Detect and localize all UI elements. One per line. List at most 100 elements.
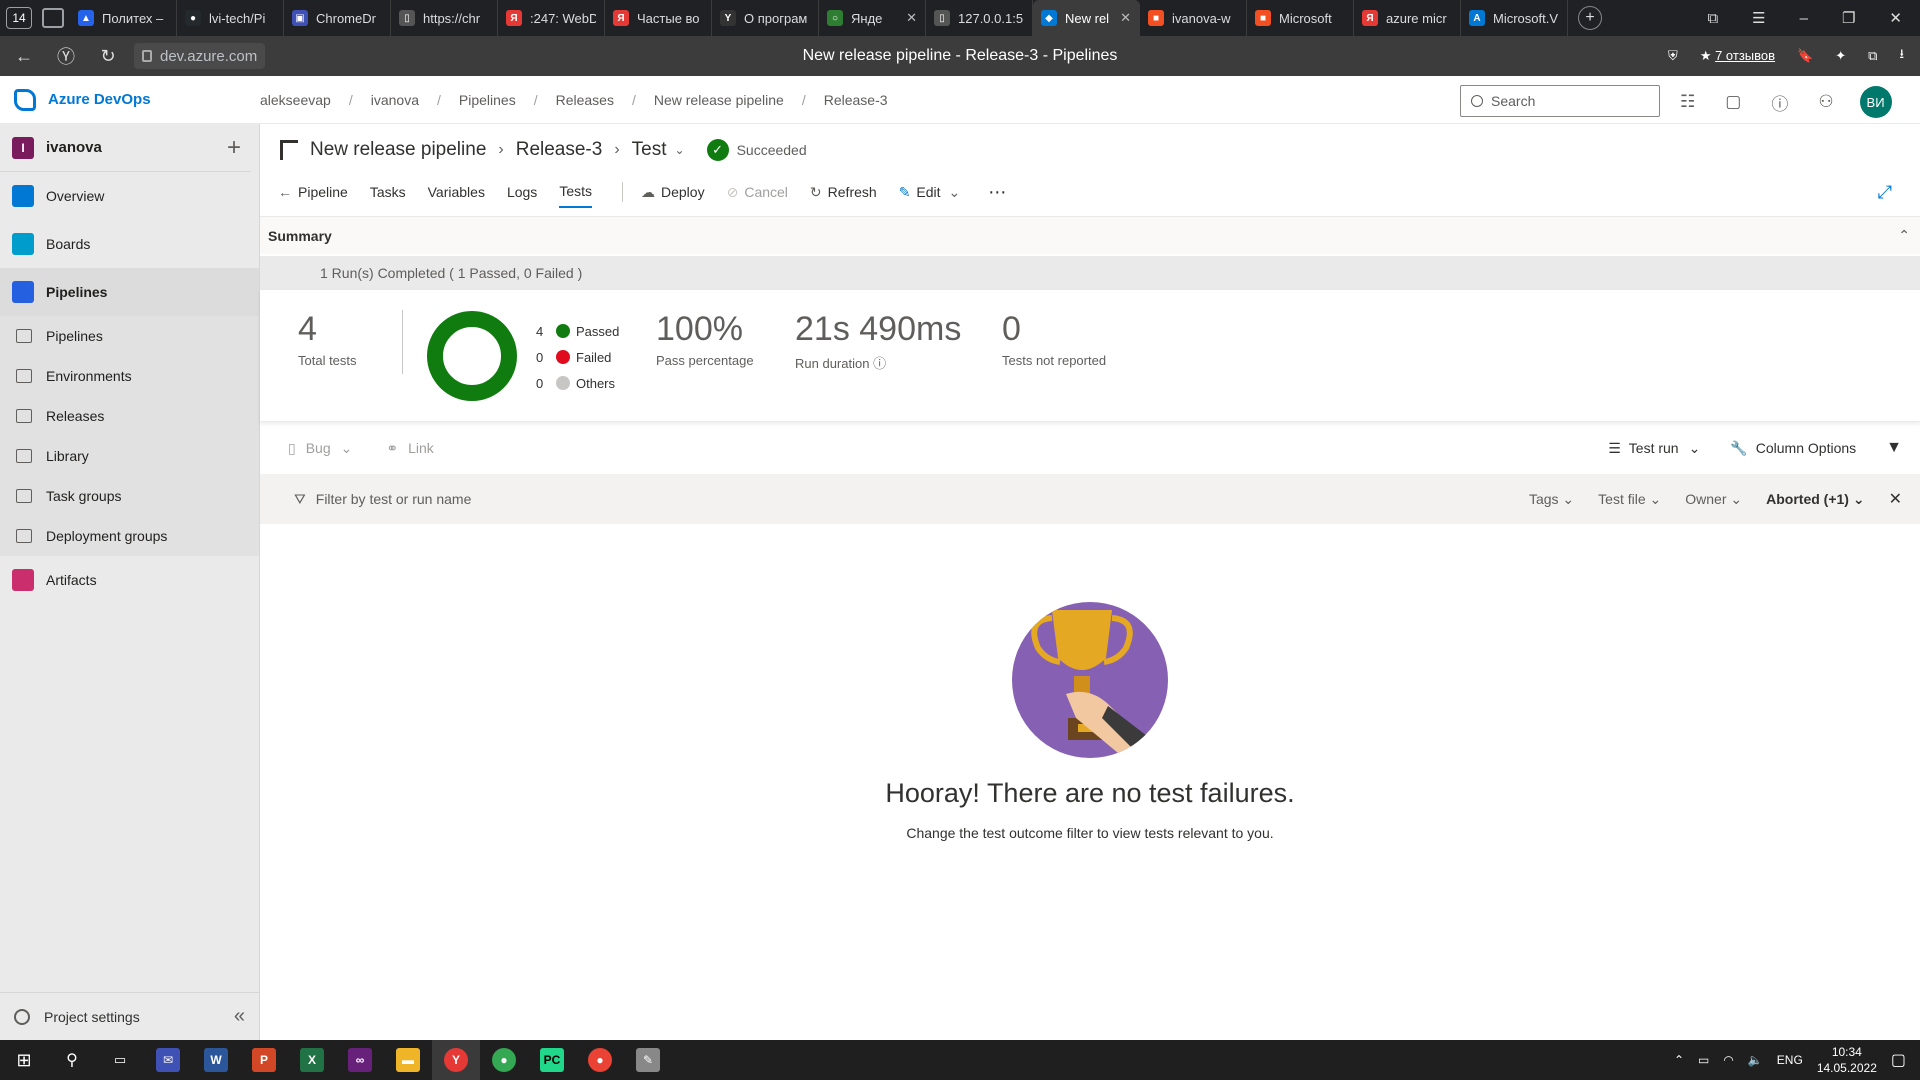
close-tab-icon[interactable]: ✕	[906, 10, 917, 26]
browser-tab[interactable]: Я Частые во	[605, 0, 712, 36]
language-indicator[interactable]: ENG	[1777, 1053, 1803, 1067]
reviews-link[interactable]: ★ 7 отзывов	[1700, 48, 1775, 64]
edit-button[interactable]: ✎ Edit ⌄	[899, 176, 967, 208]
browser-tab[interactable]: ▯ https://chr	[391, 0, 498, 36]
collections-icon[interactable]	[42, 8, 64, 28]
bug-button[interactable]: ▯ Bug ⌄	[288, 440, 352, 457]
add-icon[interactable]: +	[227, 134, 241, 162]
taskbar-app-yandex[interactable]: Y	[432, 1040, 480, 1080]
breadcrumb-item[interactable]: ivanova	[371, 92, 419, 108]
tags-filter[interactable]: Tags ⌄	[1529, 491, 1574, 508]
taskbar-app-chrome-canary[interactable]: ●	[576, 1040, 624, 1080]
chevron-up-icon[interactable]: ⌃	[1674, 1053, 1684, 1067]
deploy-button[interactable]: ☁ Deploy	[641, 176, 705, 208]
download-icon[interactable]: ⭳	[1899, 45, 1904, 67]
summary-header[interactable]: Summary ⌃	[260, 216, 1920, 254]
bookmark-icon[interactable]: 🔖	[1797, 48, 1813, 64]
browser-tab[interactable]: Яazure micr	[1354, 0, 1461, 36]
sidebar-subitem-library[interactable]: Library	[0, 436, 259, 476]
tab-search-icon[interactable]: ⧉	[1707, 10, 1718, 27]
avatar[interactable]: ВИ	[1859, 86, 1892, 118]
project-settings[interactable]: Project settings «	[0, 992, 259, 1040]
browser-tab[interactable]: ◆ New rel ✕	[1033, 0, 1140, 36]
browser-tab[interactable]: Я:247: WebD	[498, 0, 605, 36]
task-view-button[interactable]: ▭	[96, 1040, 144, 1080]
help-icon[interactable]: ⓘ	[1771, 90, 1788, 115]
sidebar-item-boards[interactable]: Boards	[0, 220, 259, 268]
filter-input[interactable]: Filter by test or run name	[316, 491, 472, 507]
clock[interactable]: 10:34 14.05.2022	[1817, 1044, 1877, 1076]
tab-tests[interactable]: Tests	[559, 176, 592, 208]
start-button[interactable]: ⊞	[0, 1040, 48, 1080]
yandex-icon[interactable]: Ⓨ	[48, 38, 84, 74]
test-file-filter[interactable]: Test file ⌄	[1598, 491, 1661, 508]
tab-pipeline[interactable]: ← Pipeline	[278, 176, 348, 208]
sidebar-subitem-task-groups[interactable]: Task groups	[0, 476, 259, 516]
breadcrumb-item[interactable]: Pipelines	[459, 92, 516, 108]
cancel-button[interactable]: ⊘ Cancel	[727, 176, 788, 208]
browser-tab[interactable]: ● lvi-tech/Pi	[177, 0, 284, 36]
filter-icon[interactable]: ▼	[1886, 439, 1902, 457]
reload-button[interactable]: ↻	[90, 38, 126, 74]
close-window-button[interactable]: ✕	[1889, 9, 1902, 27]
close-tab-icon[interactable]: ✕	[1120, 10, 1131, 26]
pipeline-name[interactable]: New release pipeline	[310, 139, 486, 161]
chevron-down-icon[interactable]: ⌄	[675, 143, 685, 157]
collections-bar-icon[interactable]: ⧉	[1868, 48, 1877, 64]
sidebar-subitem-deployment-groups[interactable]: Deployment groups	[0, 516, 259, 556]
more-actions-button[interactable]: ⋯	[988, 176, 1006, 208]
new-tab-button[interactable]: +	[1578, 6, 1602, 30]
user-settings-icon[interactable]: ⚇	[1818, 92, 1833, 112]
stage-name[interactable]: Test	[632, 139, 667, 161]
info-icon[interactable]: ⓘ	[873, 356, 886, 371]
refresh-button[interactable]: ↻ Refresh	[810, 176, 877, 208]
sidebar-subitem-pipelines[interactable]: Pipelines	[0, 316, 259, 356]
browser-tab[interactable]: ▲ Политех –	[70, 0, 177, 36]
taskbar-app-mail[interactable]: ✉	[144, 1040, 192, 1080]
fullscreen-icon[interactable]: ⤢	[1878, 182, 1892, 203]
battery-icon[interactable]: ▭	[1698, 1053, 1709, 1067]
breadcrumb-item[interactable]: New release pipeline	[654, 92, 784, 108]
tab-tasks[interactable]: Tasks	[370, 176, 406, 208]
extension-icon[interactable]: ✦	[1835, 48, 1846, 64]
owner-filter[interactable]: Owner ⌄	[1685, 491, 1742, 508]
release-name[interactable]: Release-3	[516, 139, 603, 161]
notifications-icon[interactable]: ▢	[1891, 1050, 1906, 1070]
marketplace-icon[interactable]: ▢	[1725, 92, 1741, 112]
collapse-sidebar-icon[interactable]: «	[234, 1005, 245, 1028]
restore-button[interactable]: ❐	[1842, 9, 1855, 27]
azure-devops-logo[interactable]: Azure DevOps	[0, 88, 260, 111]
volume-icon[interactable]: 🔈	[1748, 1053, 1763, 1067]
browser-tab[interactable]: Y О програм	[712, 0, 819, 36]
sidebar-item-artifacts[interactable]: Artifacts	[0, 556, 259, 604]
taskbar-app-explorer[interactable]: ▬	[384, 1040, 432, 1080]
protect-icon[interactable]: ⛨	[1668, 48, 1678, 64]
tab-logs[interactable]: Logs	[507, 176, 537, 208]
breadcrumb-item[interactable]: Releases	[556, 92, 614, 108]
browser-tab[interactable]: ▣ ChromeDr	[284, 0, 391, 36]
link-button[interactable]: ⚭ Link	[386, 440, 433, 457]
sidebar-subitem-releases[interactable]: Releases	[0, 396, 259, 436]
outcome-filter[interactable]: Aborted (+1) ⌄	[1766, 491, 1864, 508]
browser-tab[interactable]: A Microsoft.V	[1461, 0, 1568, 36]
minimize-button[interactable]: –	[1800, 10, 1808, 27]
taskbar-app-visual-studio[interactable]: ∞	[336, 1040, 384, 1080]
wifi-icon[interactable]: ◠	[1723, 1053, 1733, 1067]
taskbar-app-pycharm[interactable]: PC	[528, 1040, 576, 1080]
search-input[interactable]: Search	[1460, 85, 1660, 117]
project-header[interactable]: I ivanova +	[0, 124, 251, 172]
menu-icon[interactable]: ☰	[1752, 9, 1765, 27]
url-field[interactable]: dev.azure.com	[134, 43, 266, 69]
taskbar-app-word[interactable]: W	[192, 1040, 240, 1080]
browser-tab[interactable]: ■ Microsoft	[1247, 0, 1354, 36]
clear-filter-icon[interactable]: ✕	[1889, 489, 1902, 509]
column-options-button[interactable]: 🔧 Column Options	[1730, 440, 1856, 457]
list-icon[interactable]: ☷	[1680, 92, 1695, 112]
breadcrumb-item[interactable]: Release-3	[824, 92, 888, 108]
taskbar-app-powerpoint[interactable]: P	[240, 1040, 288, 1080]
back-button[interactable]: ←	[6, 38, 42, 74]
group-by-dropdown[interactable]: ☰ Test run ⌄	[1608, 440, 1700, 457]
browser-tab[interactable]: ■ ivanova-w	[1140, 0, 1247, 36]
tab-count-badge[interactable]: 14	[6, 7, 32, 29]
taskbar-app-paint[interactable]: ✎	[624, 1040, 672, 1080]
